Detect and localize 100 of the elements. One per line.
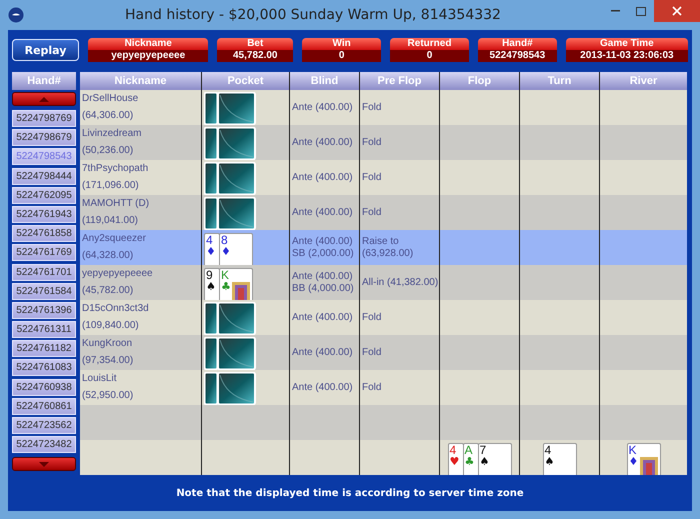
card-rank: 9 — [206, 269, 213, 281]
card-backs-drawing — [204, 302, 256, 335]
summary-value: 0 — [390, 50, 469, 62]
blind-text: SB (2,000.00) — [292, 248, 354, 260]
table-row[interactable]: KungKroon (97,354.00) Ante (400.00) Fold — [80, 335, 687, 370]
card-suit: ♦ — [221, 246, 231, 257]
card-rank: K — [628, 444, 637, 456]
card-backs-drawing — [204, 92, 256, 125]
hand-list-item[interactable]: 5224723482 — [12, 436, 76, 454]
player-name: Livinzedream — [82, 128, 142, 140]
card-backs-drawing — [204, 127, 256, 160]
blind-text: Ante (400.00) — [292, 236, 353, 248]
card-backs-drawing — [204, 197, 256, 230]
hand-list-item[interactable]: 5224761701 — [12, 264, 76, 280]
maximize-icon — [636, 6, 646, 16]
scroll-up-button[interactable] — [12, 92, 76, 106]
player-stack: (171,096.00) — [82, 180, 139, 192]
column-header: Turn — [520, 72, 600, 90]
action-text: Fold — [362, 346, 382, 358]
hand-list-item[interactable]: 5224798444 — [12, 168, 76, 185]
hand-list-item[interactable]: 5224761584 — [12, 282, 76, 300]
card-rank: 8 — [221, 234, 228, 246]
summary-label: Bet — [217, 38, 294, 50]
table-row[interactable]: 7thPsychopath (171,096.00) Ante (400.00) Fold — [80, 160, 687, 195]
blind-text: Ante (400.00) — [292, 206, 353, 218]
blind-text: Ante (400.00) — [292, 346, 353, 358]
summary-value: 45,782.00 — [217, 50, 294, 62]
action-text: Fold — [362, 382, 382, 394]
player-stack: (50,236.00) — [82, 145, 134, 158]
hand-list-item[interactable]: 5224761396 — [12, 302, 76, 319]
card-rank: 7 — [480, 444, 486, 456]
column-header: Blind — [290, 72, 360, 90]
column-header: Nickname — [80, 72, 202, 90]
hand-list-item[interactable]: 5224798769 — [12, 110, 76, 127]
replay-button[interactable]: Replay — [12, 39, 80, 61]
hand-list-item[interactable]: 5224760938 — [12, 378, 76, 396]
player-name: yepyepyepeeee — [82, 268, 153, 280]
blind-text: Ante (400.00) — [292, 136, 353, 148]
card-rank: 4 — [544, 444, 552, 456]
table-row[interactable]: Livinzedream (50,236.00) Ante (400.00) Fold — [80, 125, 687, 160]
action-text: Fold — [362, 206, 382, 218]
blind-text: Ante (400.00) — [292, 382, 353, 394]
player-stack: (64,306.00) — [82, 110, 134, 122]
player-stack: (119,041.00) — [82, 215, 138, 228]
court-art-icon — [232, 282, 250, 300]
summary-label: Hand# — [478, 38, 557, 50]
blind-text: Ante (400.00) — [292, 172, 353, 184]
summary-label: Game Time — [566, 38, 688, 50]
card-suit: ♠ — [544, 456, 554, 467]
card-rank: 4 — [206, 234, 213, 246]
card-backs-drawing — [204, 372, 256, 405]
action-text: Raise to — [362, 236, 399, 248]
close-icon — [672, 6, 682, 16]
table-row[interactable]: D15cOnn3ct3d (109,840.00) Ante (400.00) Fold — [80, 300, 687, 335]
action-text: Fold — [362, 102, 382, 114]
card-backs-drawing — [204, 337, 256, 370]
action-text: Fold — [362, 172, 382, 184]
hand-list-item[interactable]: 5224761083 — [12, 359, 76, 376]
summary-value: yepyepyepeeee — [88, 50, 208, 62]
hand-list-item[interactable]: 5224762095 — [12, 186, 76, 204]
table-row[interactable]: MAMOHTT (D) (119,041.00) Ante (400.00) Fold — [80, 195, 687, 230]
app-logo-icon — [8, 7, 24, 23]
summary-value: 2013-11-03 23:06:03 — [566, 50, 688, 62]
table-row[interactable]: DrSellHouse (64,306.00) Ante (400.00) Fold — [80, 90, 687, 125]
summary-value: 5224798543 — [478, 50, 557, 62]
hand-list-item[interactable]: 5224761769 — [12, 244, 76, 262]
hand-list-item[interactable]: 5224723562 — [12, 417, 76, 434]
card-rank: 4 — [450, 444, 456, 456]
player-stack: (97,354.00) — [82, 355, 134, 368]
card-suit: ♠ — [480, 456, 490, 467]
card-rank: K — [221, 269, 230, 281]
hand-list-item[interactable]: 5224760861 — [12, 398, 76, 415]
minimize-icon — [610, 10, 620, 12]
column-header: Flop — [440, 72, 520, 90]
column-header: Hand# — [12, 72, 76, 90]
card-backs-drawing — [204, 162, 256, 195]
player-stack: (64,328.00) — [82, 250, 134, 262]
hand-list-item[interactable]: 5224761311 — [12, 321, 76, 338]
player-name: KungKroon — [82, 338, 132, 350]
hand-list-item[interactable]: 5224761943 — [12, 206, 76, 223]
card-suit: ♥ — [450, 456, 460, 467]
summary-label: Win — [302, 38, 382, 50]
hand-list-item[interactable]: 5224761182 — [12, 340, 76, 358]
scroll-down-button[interactable] — [12, 457, 76, 472]
action-text: Fold — [362, 136, 382, 148]
card-rank: A — [464, 444, 473, 456]
action-text: All-in (41,382.00) — [362, 276, 438, 288]
window-title: Hand history - $20,000 Sunday Warm Up, 814354332 — [124, 7, 502, 23]
player-name: 7thPsychopath — [82, 162, 148, 175]
card-suit: ♦ — [628, 456, 638, 467]
table-row[interactable]: Any2squeezer (64,328.00) 4 ♦ 8 ♦ Ante (400.00) SB (2,000.00) Raise to (63,928.00) — [80, 230, 687, 265]
blind-text: Ante (400.00) — [292, 270, 353, 282]
hand-list-item[interactable]: 5224761858 — [12, 225, 76, 242]
player-stack: (109,840.00) — [82, 320, 139, 332]
table-row[interactable]: LouisLit (52,950.00) Ante (400.00) Fold — [80, 370, 687, 405]
close-button[interactable] — [654, 0, 700, 22]
card-suit: ♣ — [221, 281, 231, 292]
hand-list-item[interactable]: 5224798679 — [12, 129, 76, 146]
card-suit: ♣ — [464, 456, 474, 467]
blind-text: Ante (400.00) — [292, 102, 353, 114]
